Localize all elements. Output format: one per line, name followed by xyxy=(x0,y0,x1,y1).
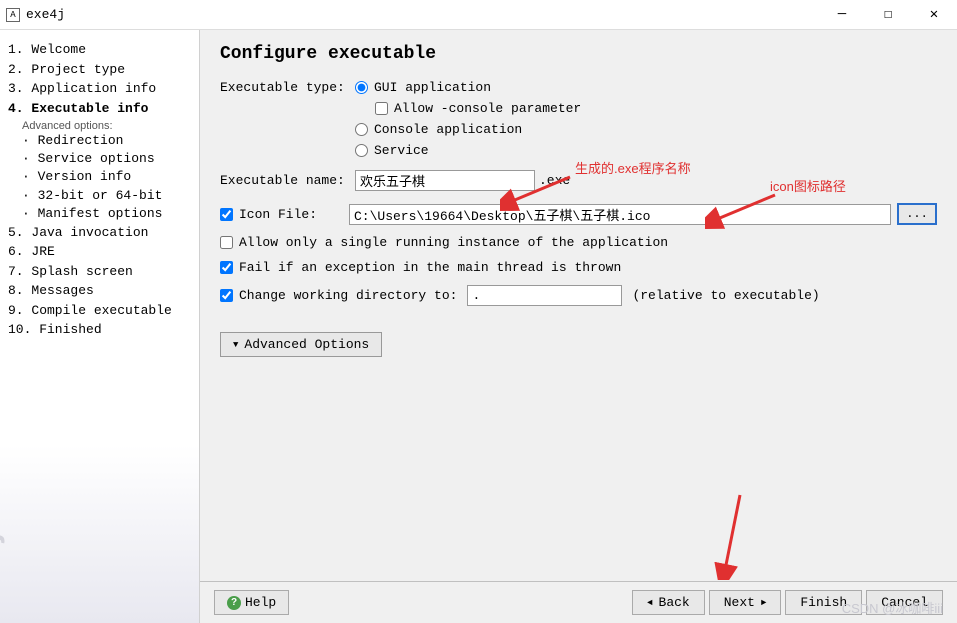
exe-suffix: .exe xyxy=(539,173,570,188)
advanced-options-button[interactable]: Advanced Options xyxy=(220,332,382,357)
adv-manifest[interactable]: · Manifest options xyxy=(22,205,191,223)
back-button[interactable]: Back xyxy=(632,590,705,615)
exe-type-label: Executable type: xyxy=(220,80,355,95)
brand-logo: exe4j xyxy=(0,531,6,611)
step-messages[interactable]: 8. Messages xyxy=(8,281,191,301)
close-button[interactable]: ✕ xyxy=(911,0,957,30)
checkbox-change-dir[interactable] xyxy=(220,289,233,302)
radio-service-label: Service xyxy=(374,143,429,158)
help-label: Help xyxy=(245,595,276,610)
step-project-type[interactable]: 2. Project type xyxy=(8,60,191,80)
adv-version-info[interactable]: · Version info xyxy=(22,168,191,186)
adv-bitness[interactable]: · 32-bit or 64-bit xyxy=(22,187,191,205)
step-welcome[interactable]: 1. Welcome xyxy=(8,40,191,60)
window-controls: ─ ☐ ✕ xyxy=(819,0,957,30)
step-compile[interactable]: 9. Compile executable xyxy=(8,301,191,321)
step-jre[interactable]: 6. JRE xyxy=(8,242,191,262)
finish-button[interactable]: Finish xyxy=(785,590,862,615)
exe-name-input[interactable] xyxy=(355,170,535,191)
wizard-footer: ? Help Back Next Finish Cancel xyxy=(200,581,957,623)
titlebar: A exe4j ─ ☐ ✕ xyxy=(0,0,957,30)
step-splash-screen[interactable]: 7. Splash screen xyxy=(8,262,191,282)
annotation-arrow-next xyxy=(710,490,750,580)
step-java-invocation[interactable]: 5. Java invocation xyxy=(8,223,191,243)
adv-redirection[interactable]: · Redirection xyxy=(22,132,191,150)
allow-console-label: Allow -console parameter xyxy=(394,101,581,116)
checkbox-allow-console[interactable] xyxy=(375,102,388,115)
window-title: exe4j xyxy=(26,7,819,22)
wizard-sidebar: 1. Welcome 2. Project type 3. Applicatio… xyxy=(0,30,200,623)
step-application-info[interactable]: 3. Application info xyxy=(8,79,191,99)
radio-console-label: Console application xyxy=(374,122,522,137)
cancel-button[interactable]: Cancel xyxy=(866,590,943,615)
advanced-options-header: Advanced options: xyxy=(22,120,191,132)
checkbox-icon-file[interactable] xyxy=(220,208,233,221)
browse-icon-button[interactable]: ... xyxy=(897,203,937,225)
icon-file-label: Icon File: xyxy=(239,207,349,222)
relative-label: (relative to executable) xyxy=(632,288,819,303)
help-button[interactable]: ? Help xyxy=(214,590,289,615)
next-button[interactable]: Next xyxy=(709,590,782,615)
content-panel: Configure executable Executable type: GU… xyxy=(200,30,957,623)
icon-file-input[interactable] xyxy=(349,204,891,225)
minimize-button[interactable]: ─ xyxy=(819,0,865,30)
checkbox-fail-exception[interactable] xyxy=(220,261,233,274)
radio-service[interactable] xyxy=(355,144,368,157)
radio-gui-label: GUI application xyxy=(374,80,491,95)
app-icon: A xyxy=(6,8,20,22)
exe-name-label: Executable name: xyxy=(220,173,355,188)
step-executable-info[interactable]: 4. Executable info xyxy=(8,99,191,119)
radio-console[interactable] xyxy=(355,123,368,136)
working-dir-input[interactable] xyxy=(467,285,622,306)
help-icon: ? xyxy=(227,596,241,610)
radio-gui[interactable] xyxy=(355,81,368,94)
fail-exception-label: Fail if an exception in the main thread … xyxy=(239,260,621,275)
single-instance-label: Allow only a single running instance of … xyxy=(239,235,668,250)
page-heading: Configure executable xyxy=(220,44,937,64)
step-finished[interactable]: 10. Finished xyxy=(8,320,191,340)
checkbox-single-instance[interactable] xyxy=(220,236,233,249)
maximize-button[interactable]: ☐ xyxy=(865,0,911,30)
change-dir-label: Change working directory to: xyxy=(239,288,457,303)
adv-service-options[interactable]: · Service options xyxy=(22,150,191,168)
